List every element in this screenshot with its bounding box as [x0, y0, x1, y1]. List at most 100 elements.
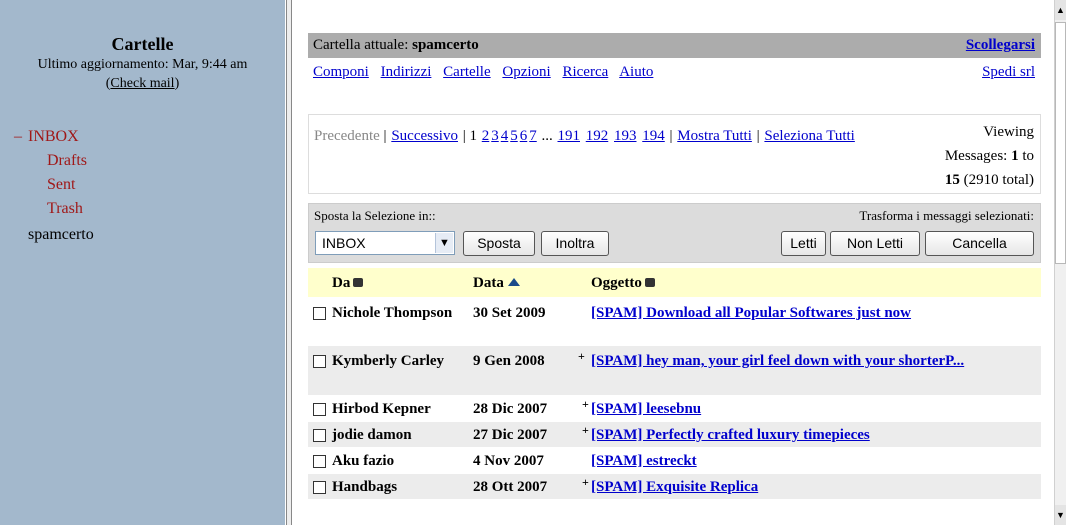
- nav-folders[interactable]: Cartelle: [443, 64, 490, 80]
- folder-item-sent[interactable]: Sent: [47, 176, 75, 194]
- row-checkbox[interactable]: [313, 403, 326, 416]
- page-link[interactable]: 7: [529, 128, 537, 144]
- page-link[interactable]: 6: [520, 128, 528, 144]
- page-link[interactable]: 5: [510, 128, 518, 144]
- pagination-box: Precedente | Successivo | 1 234567 ... 1…: [308, 114, 1041, 194]
- col-date-label: Data: [473, 275, 504, 291]
- sort-icon[interactable]: [644, 278, 655, 287]
- logout-link[interactable]: Scollegarsi: [966, 37, 1035, 54]
- row-subject-link[interactable]: [SPAM] hey man, your girl feel down with…: [591, 351, 1031, 371]
- row-plus: +: [582, 397, 589, 411]
- row-checkbox[interactable]: [313, 355, 326, 368]
- folder-item-drafts[interactable]: Drafts: [47, 152, 87, 170]
- sort-icon[interactable]: [353, 278, 364, 287]
- move-button[interactable]: Sposta: [463, 231, 535, 256]
- show-all-link[interactable]: Mostra Tutti: [677, 128, 752, 144]
- table-row[interactable]: Kymberly Carley 9 Gen 2008 + [SPAM] hey …: [308, 345, 1041, 395]
- main-nav: Componi Indirizzi Cartelle Opzioni Ricer…: [308, 58, 1041, 90]
- row-checkbox[interactable]: [313, 307, 326, 320]
- table-row[interactable]: Handbags 28 Ott 2007 + [SPAM] Exquisite …: [308, 473, 1041, 499]
- vertical-scrollbar[interactable]: ▲ ▼: [1054, 0, 1066, 525]
- row-date: 30 Set 2009: [473, 305, 546, 321]
- folder-item-spamcerto[interactable]: spamcerto: [28, 226, 94, 244]
- check-mail-row: (Check mail): [105, 76, 180, 91]
- row-subject-link[interactable]: [SPAM] Perfectly crafted luxury timepiec…: [591, 425, 1031, 445]
- transform-label: Trasforma i messaggi selezionati:: [859, 208, 1034, 223]
- row-plus: +: [578, 349, 585, 363]
- table-row[interactable]: Hirbod Kepner 28 Dic 2007 + [SPAM] leese…: [308, 395, 1041, 421]
- page-ellipsis: ...: [541, 128, 553, 144]
- nav-search[interactable]: Ricerca: [562, 64, 608, 80]
- row-date: 28 Dic 2007: [473, 401, 548, 417]
- row-checkbox[interactable]: [313, 429, 326, 442]
- mark-unread-button[interactable]: Non Letti: [830, 231, 920, 256]
- row-date: 27 Dic 2007: [473, 427, 548, 443]
- row-checkbox[interactable]: [313, 481, 326, 494]
- col-subject-header[interactable]: Oggetto: [591, 275, 655, 292]
- action-bar: Sposta la Selezione in:: Trasforma i mes…: [308, 203, 1041, 263]
- row-from: Nichole Thompson: [332, 305, 453, 321]
- row-date: 28 Ott 2007: [473, 479, 548, 495]
- range-to-label: to: [1022, 148, 1034, 164]
- page-link[interactable]: 4: [501, 128, 509, 144]
- nav-options[interactable]: Opzioni: [502, 64, 550, 80]
- folder-pane: Cartelle Ultimo aggiornamento: Mar, 9:44…: [0, 0, 285, 525]
- page-link[interactable]: 192: [586, 128, 609, 144]
- viewing-label: Viewing: [983, 124, 1034, 140]
- row-from: Hirbod Kepner: [332, 401, 431, 417]
- table-row[interactable]: Nichole Thompson 30 Set 2009 [SPAM] Down…: [308, 297, 1041, 345]
- sort-ascending-icon[interactable]: [507, 278, 520, 286]
- row-subject-link[interactable]: [SPAM] estreckt: [591, 451, 1031, 471]
- message-table: Da Data Oggetto Nichole Thompson 30 Set …: [308, 268, 1041, 499]
- col-date-header[interactable]: Data: [473, 275, 520, 292]
- current-folder-name: spamcerto: [412, 37, 479, 53]
- table-header: Da Data Oggetto: [308, 268, 1041, 297]
- page-link[interactable]: 193: [614, 128, 637, 144]
- row-from: Kymberly Carley: [332, 353, 445, 369]
- folder-item-trash[interactable]: Trash: [47, 200, 83, 218]
- row-from: jodie damon: [332, 427, 412, 443]
- forward-button[interactable]: Inoltra: [541, 231, 609, 256]
- page-link[interactable]: 194: [642, 128, 665, 144]
- chevron-down-icon[interactable]: ▼: [435, 233, 453, 253]
- scroll-down-icon[interactable]: ▼: [1055, 505, 1066, 525]
- row-plus: +: [582, 475, 589, 489]
- pagination-links: Precedente | Successivo | 1 234567 ... 1…: [314, 128, 855, 144]
- next-page-link[interactable]: Successivo: [391, 128, 458, 144]
- check-mail-link[interactable]: Check mail: [110, 76, 174, 91]
- message-list-pane: Cartella attuale: spamcerto Scollegarsi …: [292, 0, 1055, 525]
- messages-label: Messages:: [944, 148, 1008, 164]
- folder-collapse-toggle[interactable]: –: [14, 128, 22, 146]
- delete-button[interactable]: Cancella: [925, 231, 1034, 256]
- nav-help[interactable]: Aiuto: [619, 64, 653, 80]
- row-subject-link[interactable]: [SPAM] Download all Popular Softwares ju…: [591, 303, 1031, 323]
- nav-company-link[interactable]: Spedi srl: [982, 64, 1035, 81]
- page-link[interactable]: 2: [482, 128, 490, 144]
- row-date: 9 Gen 2008: [473, 353, 545, 369]
- nav-compose[interactable]: Componi: [313, 64, 369, 80]
- folder-item-inbox[interactable]: INBOX: [28, 128, 79, 146]
- current-folder-bar: Cartella attuale: spamcerto Scollegarsi: [308, 33, 1041, 58]
- col-from-header[interactable]: Da: [332, 275, 364, 292]
- move-folder-select[interactable]: INBOX ▼: [315, 231, 455, 255]
- mark-read-button[interactable]: Letti: [781, 231, 826, 256]
- row-from: Handbags: [332, 479, 398, 495]
- row-subject-link[interactable]: [SPAM] leesebnu: [591, 399, 1031, 419]
- total-count: (2910 total): [963, 172, 1034, 188]
- scrollbar-thumb[interactable]: [1055, 22, 1066, 264]
- nav-addresses[interactable]: Indirizzi: [381, 64, 432, 80]
- table-row[interactable]: Aku fazio 4 Nov 2007 [SPAM] estreckt: [308, 447, 1041, 473]
- page-link[interactable]: 3: [491, 128, 499, 144]
- page-link[interactable]: 191: [558, 128, 581, 144]
- viewing-summary: Viewing Messages: 1 to 15 (2910 total): [884, 120, 1034, 192]
- col-from-label: Da: [332, 275, 351, 291]
- scroll-up-icon[interactable]: ▲: [1055, 0, 1066, 20]
- row-checkbox[interactable]: [313, 455, 326, 468]
- select-all-link[interactable]: Seleziona Tutti: [764, 128, 854, 144]
- row-subject-link[interactable]: [SPAM] Exquisite Replica: [591, 477, 1031, 497]
- table-row[interactable]: jodie damon 27 Dic 2007 + [SPAM] Perfect…: [308, 421, 1041, 447]
- col-subject-label: Oggetto: [591, 275, 642, 291]
- folder-pane-title: Cartelle: [111, 34, 174, 54]
- current-page: 1: [469, 128, 478, 144]
- range-to: 15: [944, 172, 960, 188]
